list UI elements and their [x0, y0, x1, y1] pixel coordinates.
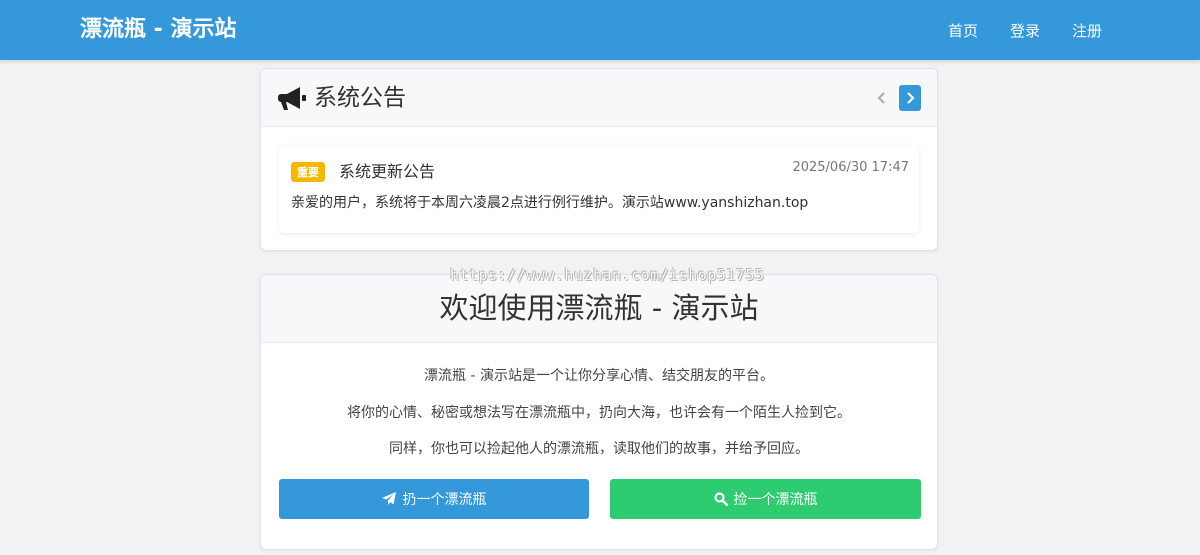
navbar: 漂流瓶 - 演示站 首页 登录 注册	[0, 0, 1200, 60]
watermark-text: https://www.huzhan.com/ishop51755	[450, 266, 765, 284]
announcement-item[interactable]: 重要 系统更新公告 2025/06/30 17:47 亲爱的用户，系统将于本周六…	[279, 145, 919, 233]
next-announcement-button[interactable]	[899, 85, 921, 111]
announcement-header: 系统公告	[261, 69, 937, 127]
nav-link-register[interactable]: 注册	[1072, 20, 1102, 41]
pick-bottle-label: 捡一个漂流瓶	[733, 491, 818, 507]
nav-link-login[interactable]: 登录	[1010, 20, 1040, 41]
megaphone-icon	[278, 87, 306, 110]
announcement-item-time: 2025/06/30 17:47	[792, 160, 909, 175]
welcome-card: 欢迎使用漂流瓶 - 演示站 漂流瓶 - 演示站是一个让你分享心情、结交朋友的平台…	[260, 274, 938, 550]
throw-bottle-button[interactable]: 扔一个漂流瓶	[279, 479, 589, 519]
important-badge: 重要	[291, 162, 325, 182]
prev-announcement-button[interactable]	[871, 85, 893, 111]
welcome-paragraph: 同样，你也可以捡起他人的漂流瓶，读取他们的故事，并给予回应。	[389, 441, 809, 457]
welcome-paragraph: 漂流瓶 - 演示站是一个让你分享心情、结交朋友的平台。	[424, 368, 774, 384]
welcome-title: 欢迎使用漂流瓶 - 演示站	[439, 291, 759, 325]
pick-bottle-button[interactable]: 捡一个漂流瓶	[610, 479, 921, 519]
nav-links: 首页 登录 注册	[948, 0, 1102, 60]
announcement-item-body: 亲爱的用户，系统将于本周六凌晨2点进行例行维护。演示站www.yanshizha…	[291, 195, 809, 211]
announcement-item-title: 系统更新公告	[339, 162, 436, 181]
nav-link-home[interactable]: 首页	[948, 20, 978, 41]
paper-plane-icon	[381, 492, 396, 505]
search-icon	[713, 492, 728, 506]
chevron-right-icon	[907, 92, 915, 104]
brand-logo[interactable]: 漂流瓶 - 演示站	[80, 0, 236, 60]
chevron-left-icon	[877, 92, 885, 104]
welcome-paragraph: 将你的心情、秘密或想法写在漂流瓶中，扔向大海，也许会有一个陌生人捡到它。	[347, 405, 851, 421]
announcement-title: 系统公告	[314, 85, 406, 111]
welcome-header: 欢迎使用漂流瓶 - 演示站	[261, 275, 937, 343]
announcement-card: 系统公告 重要 系统更新公告 2025/06/30 17:47 亲爱的用户，系统…	[260, 68, 938, 251]
throw-bottle-label: 扔一个漂流瓶	[402, 491, 487, 507]
